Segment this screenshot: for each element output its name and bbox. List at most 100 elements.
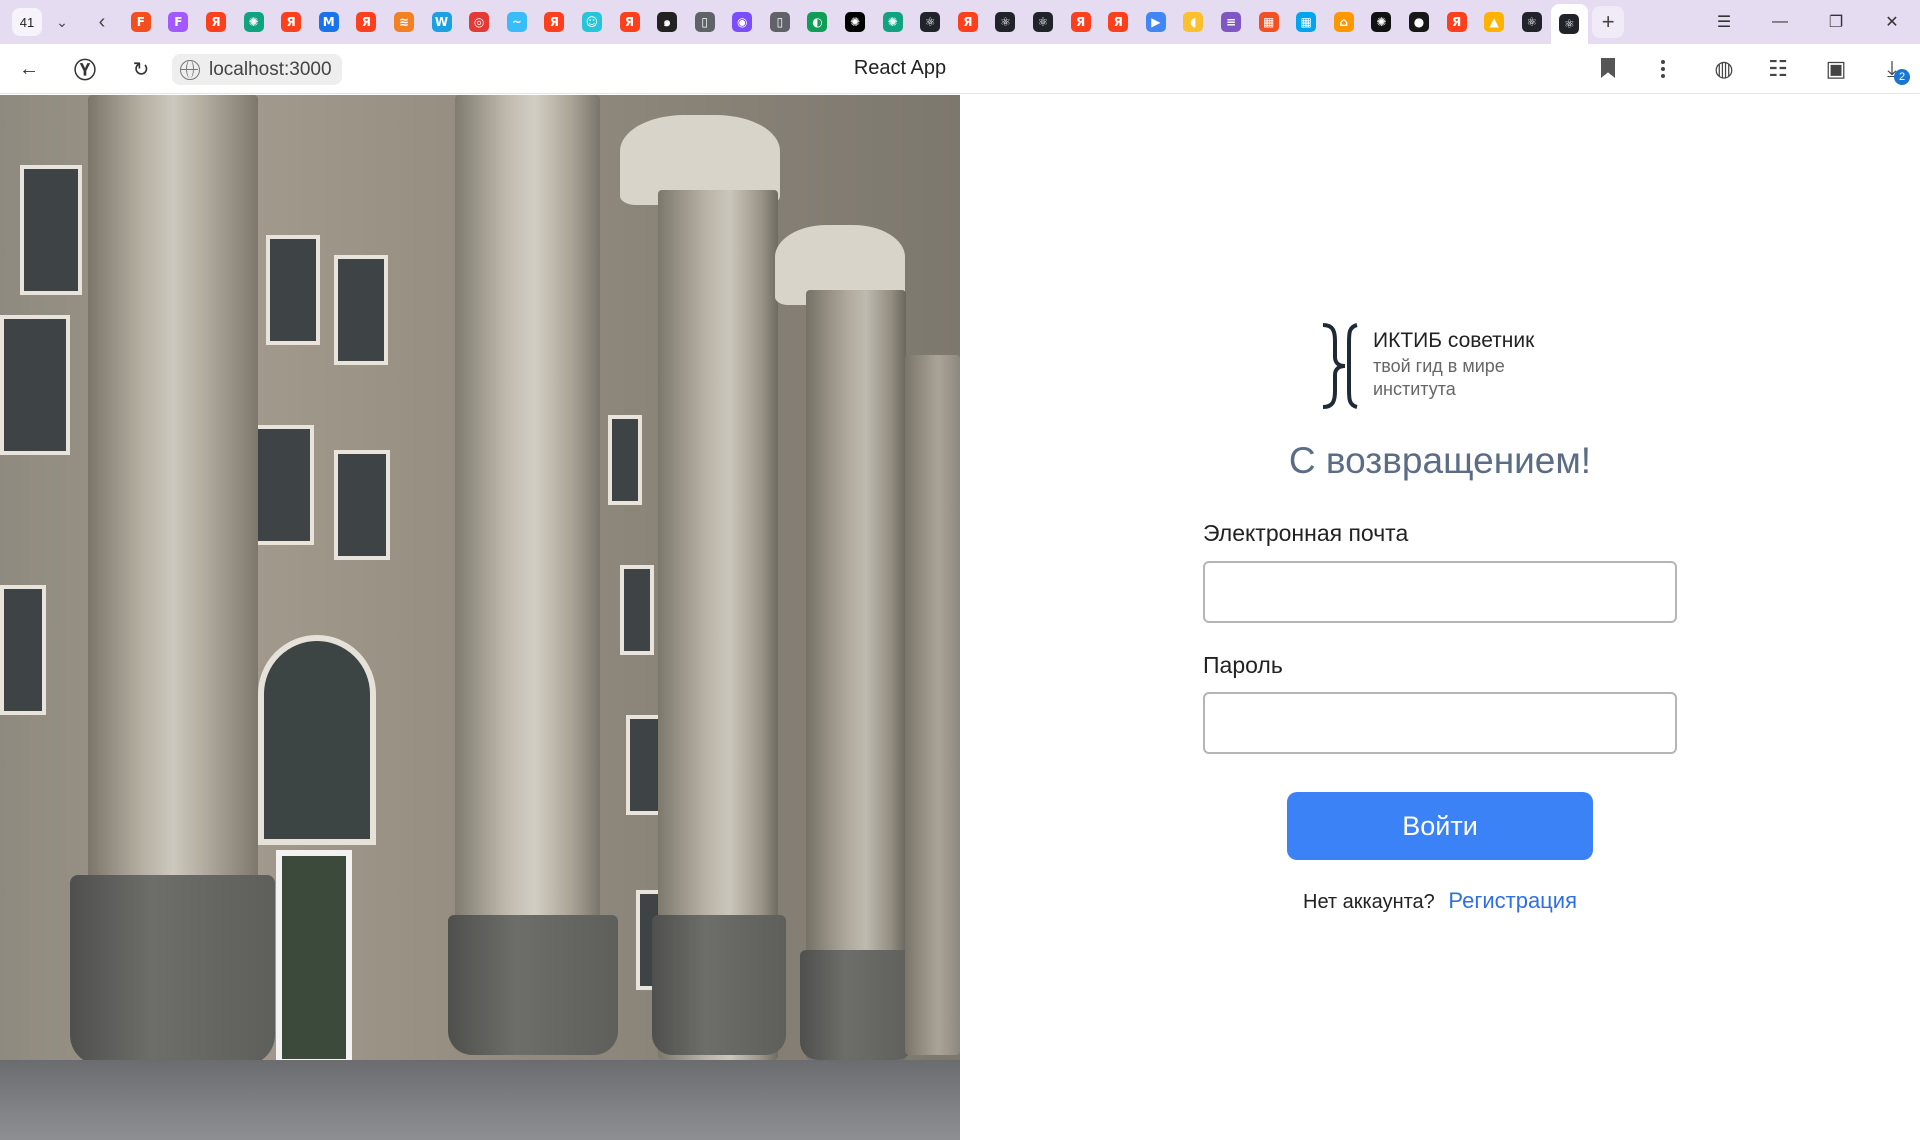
signup-link[interactable]: Регистрация bbox=[1448, 888, 1577, 913]
pinned-tab[interactable]: ✺ bbox=[1363, 4, 1401, 40]
tab-strip: 41 ⌄ ‹ F F Я ✺ Я M Я ≋ W ◎ ~ Я ☺ Я ๑ ▯ ◉ ▯ ◐ ✺ ✺ ⚛ Я ⚛ ⚛ Я Я ▶ ◖ ≡ ▦ ▦ ⌂… bbox=[0, 0, 1920, 44]
pinned-tab[interactable]: ⚛ bbox=[1513, 4, 1551, 40]
chatgpt-icon: ✺ bbox=[243, 12, 264, 32]
pinned-tabs: F F Я ✺ Я M Я ≋ W ◎ ~ Я ☺ Я ๑ ▯ ◉ ▯ ◐ ✺ ✺ ⚛ Я ⚛ ⚛ Я Я ▶ ◖ ≡ ▦ ▦ ⌂ ✺ ● Я ▲ ⚛ ⚛ bbox=[122, 0, 1589, 44]
react-icon: ⚛ bbox=[1559, 14, 1580, 34]
pinned-tab[interactable]: ◎ bbox=[460, 4, 498, 40]
pinned-tab[interactable]: F bbox=[160, 4, 198, 40]
pinned-tab[interactable]: ◐ bbox=[799, 4, 837, 40]
word-icon: W bbox=[431, 12, 452, 32]
tailwind-icon: ~ bbox=[506, 12, 527, 32]
document-icon: ▯ bbox=[694, 12, 715, 32]
navigation-bar: ← Ⓨ ↻ localhost:3000 React App ◍ ☷ ▣ ⤓ 2 bbox=[0, 44, 1920, 94]
chevron-left-icon[interactable]: ‹ bbox=[88, 8, 116, 36]
pinned-tab[interactable]: ☺ bbox=[573, 4, 611, 40]
downloads-icon[interactable]: ⤓ 2 bbox=[1878, 55, 1910, 85]
menu-icon[interactable]: ☰ bbox=[1696, 0, 1752, 44]
signup-row: Нет аккаунта? Регистрация bbox=[960, 888, 1920, 914]
logo-brace-icon bbox=[1319, 323, 1363, 409]
logo-subtitle-line1: твой гид в мире bbox=[1373, 356, 1505, 376]
downloads-badge: 2 bbox=[1894, 69, 1910, 85]
pinned-tab[interactable]: ◉ bbox=[724, 4, 762, 40]
welcome-heading: С возвращением! bbox=[1288, 440, 1592, 481]
pinned-tab[interactable]: ✺ bbox=[836, 4, 874, 40]
bookmark-app-icon: M bbox=[318, 12, 339, 32]
chevron-down-icon[interactable]: ⌄ bbox=[48, 8, 76, 36]
building-photo bbox=[0, 95, 960, 1140]
minimize-button[interactable]: — bbox=[1752, 0, 1808, 44]
duck-icon: ◖ bbox=[1183, 12, 1204, 32]
extension-icon[interactable]: ▣ bbox=[1822, 55, 1850, 83]
react-icon: ⚛ bbox=[1033, 12, 1054, 32]
figma-alt-icon: ◐ bbox=[807, 12, 828, 32]
pinned-tab[interactable]: ▦ bbox=[1250, 4, 1288, 40]
pinned-tab[interactable]: Я bbox=[949, 4, 987, 40]
translate-globe-icon[interactable]: ◍ bbox=[1710, 55, 1738, 83]
react-icon: ⚛ bbox=[995, 12, 1016, 32]
pinned-tab[interactable]: ● bbox=[1400, 4, 1438, 40]
pinned-tab[interactable]: ▯ bbox=[686, 4, 724, 40]
pinned-tab[interactable]: Я bbox=[1062, 4, 1100, 40]
pinned-tab[interactable]: ▲ bbox=[1475, 4, 1513, 40]
pinned-tab[interactable]: Я bbox=[611, 4, 649, 40]
pinned-tab[interactable]: ▯ bbox=[761, 4, 799, 40]
yandex-icon: Я bbox=[205, 12, 226, 32]
pinned-tab[interactable]: W bbox=[423, 4, 461, 40]
pinned-tab[interactable]: ~ bbox=[498, 4, 536, 40]
document-icon: ▯ bbox=[769, 12, 790, 32]
pinned-tab[interactable]: Я bbox=[536, 4, 574, 40]
pinned-tab[interactable]: ๑ bbox=[648, 4, 686, 40]
pinned-tab[interactable]: Я bbox=[1099, 4, 1137, 40]
github-icon: ● bbox=[1408, 12, 1429, 32]
bot-icon: ☺ bbox=[581, 12, 602, 32]
pinned-tab[interactable]: ✺ bbox=[874, 4, 912, 40]
signup-prompt: Нет аккаунта? bbox=[1303, 891, 1435, 913]
yandex-icon: Я bbox=[281, 12, 302, 32]
yandex-icon: Я bbox=[356, 12, 377, 32]
chatgpt-icon: ✺ bbox=[882, 12, 903, 32]
search-app-icon: ◉ bbox=[732, 12, 753, 32]
stack-icon: ≋ bbox=[393, 12, 414, 32]
restore-button[interactable]: ❐ bbox=[1808, 0, 1864, 44]
pinned-tab[interactable]: Я bbox=[1438, 4, 1476, 40]
pinned-tab[interactable]: ⚛ bbox=[911, 4, 949, 40]
react-icon: ⚛ bbox=[920, 12, 941, 32]
login-button[interactable]: Войти bbox=[1287, 792, 1593, 860]
target-icon: ◎ bbox=[469, 12, 490, 32]
openai-icon: ✺ bbox=[1371, 12, 1392, 32]
pinned-tab[interactable]: ◖ bbox=[1175, 4, 1213, 40]
pinned-tab[interactable]: Я bbox=[272, 4, 310, 40]
reader-icon[interactable]: ☷ bbox=[1764, 55, 1792, 83]
more-options-icon[interactable] bbox=[1656, 56, 1670, 82]
pinned-tab[interactable]: M bbox=[310, 4, 348, 40]
logo-subtitle-line2: института bbox=[1373, 379, 1456, 399]
pinned-tab[interactable]: ▦ bbox=[1287, 4, 1325, 40]
chatgpt-dark-icon: ✺ bbox=[845, 12, 866, 32]
pinned-tab[interactable]: ⚛ bbox=[1024, 4, 1062, 40]
yandex-icon: Я bbox=[1070, 12, 1091, 32]
page-title: React App bbox=[853, 57, 947, 79]
email-label: Электронная почта bbox=[1203, 520, 1409, 546]
pinned-tab[interactable]: F bbox=[122, 4, 160, 40]
pinned-tab[interactable]: ▶ bbox=[1137, 4, 1175, 40]
pinned-tab[interactable]: ⌂ bbox=[1325, 4, 1363, 40]
pinned-tab[interactable]: ≋ bbox=[385, 4, 423, 40]
home-icon: ⌂ bbox=[1333, 12, 1354, 32]
microsoft-icon: ▦ bbox=[1258, 12, 1279, 32]
microsoft-icon: ▦ bbox=[1296, 12, 1317, 32]
password-label: Пароль bbox=[1203, 652, 1283, 678]
close-window-button[interactable]: ✕ bbox=[1864, 0, 1920, 44]
yandex-icon: Я bbox=[544, 12, 565, 32]
pinned-tab[interactable]: ✺ bbox=[235, 4, 273, 40]
yandex-icon: Я bbox=[1108, 12, 1129, 32]
email-field[interactable] bbox=[1203, 561, 1677, 623]
swirl-icon: ๑ bbox=[657, 12, 678, 32]
pinned-tab[interactable]: ⚛ bbox=[987, 4, 1025, 40]
pinned-tab[interactable]: Я bbox=[348, 4, 386, 40]
pinned-tab[interactable]: ⚛ bbox=[1550, 4, 1589, 44]
pinned-tab[interactable]: Я bbox=[197, 4, 235, 40]
tab-counter[interactable]: 41 bbox=[12, 8, 42, 36]
pinned-tab[interactable]: ≡ bbox=[1212, 4, 1250, 40]
new-tab-button[interactable]: + bbox=[1592, 6, 1625, 38]
password-field[interactable] bbox=[1203, 692, 1677, 754]
